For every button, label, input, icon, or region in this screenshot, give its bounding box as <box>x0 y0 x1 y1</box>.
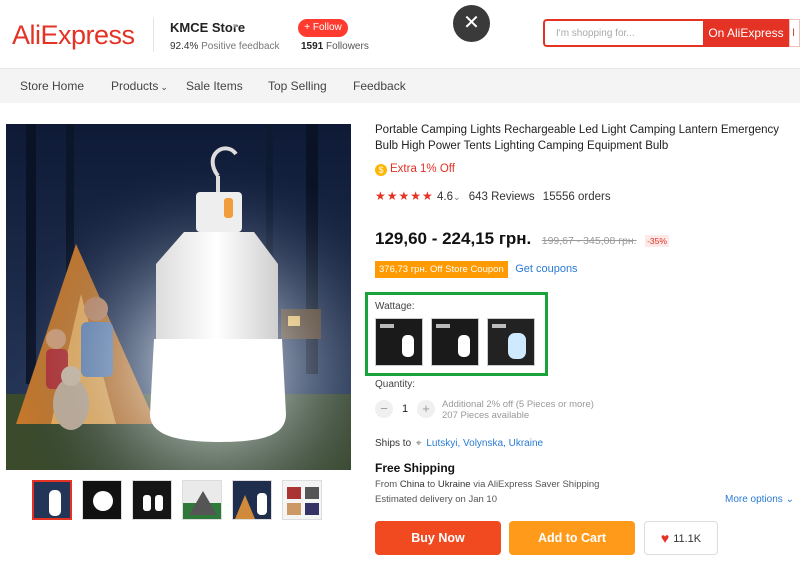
wishlist-count: 11.1K <box>673 533 702 545</box>
store-coupon-badge: 376,73 грн. Off Store Coupon <box>375 261 508 278</box>
rating-value[interactable]: 4.6 <box>437 191 453 203</box>
product-title: Portable Camping Lights Rechargeable Led… <box>375 124 780 152</box>
from-country: China <box>399 479 425 490</box>
more-options-label: More options <box>725 494 783 505</box>
rating-chevron-icon[interactable]: ⌄ <box>453 192 461 202</box>
nav-sale-items[interactable]: Sale Items <box>186 79 243 93</box>
to-word: to <box>424 479 438 490</box>
orders-count: 15556 orders <box>542 191 611 203</box>
wishlist-button[interactable]: ♥ 11.1K <box>644 521 718 555</box>
pieces-available: 207 Pieces available <box>442 410 530 421</box>
quantity-label: Quantity: <box>375 379 416 390</box>
quantity-input[interactable]: 1 <box>402 403 408 415</box>
wattage-option-2-image <box>432 319 478 365</box>
store-caret-icon[interactable]: ▾ <box>233 21 238 32</box>
shipping-method: via AliExpress Saver Shipping <box>470 479 600 490</box>
rating-row: ★★★★★ 4.6⌄ 643 Reviews 15556 orders <box>375 189 611 203</box>
site-header: AliExpress KMCE Store ▾ 92.4% Positive f… <box>0 0 800 68</box>
wattage-option-3[interactable] <box>487 318 535 366</box>
store-nav: Store Home Products ⌄ Sale Items Top Sell… <box>0 68 800 103</box>
coin-icon: $ <box>375 164 387 176</box>
nav-products-label: Products <box>111 79 159 93</box>
quantity-info: Additional 2% off (5 Pieces or more) 207… <box>442 399 594 421</box>
heart-icon: ♥ <box>660 530 670 546</box>
store-feedback: 92.4% Positive feedback <box>170 41 280 52</box>
star-rating-icon: ★★★★★ <box>375 189 434 203</box>
bulk-discount-note: Additional 2% off (5 Pieces or more) <box>442 399 594 410</box>
feedback-label: Positive feedback <box>198 41 280 52</box>
chevron-down-icon: ⌄ <box>785 494 794 505</box>
wattage-label: Wattage: <box>375 301 415 312</box>
thumbnail-4[interactable] <box>182 480 222 520</box>
thumbnail-3[interactable] <box>132 480 172 520</box>
nav-feedback[interactable]: Feedback <box>353 79 406 93</box>
thumbnail-4-image <box>183 481 221 519</box>
more-options-link[interactable]: More options ⌄ <box>725 494 794 505</box>
estimated-delivery: Estimated delivery on Jan 10 <box>375 494 497 505</box>
thumbnail-3-image <box>133 481 171 519</box>
nav-products[interactable]: Products ⌄ <box>111 79 168 93</box>
shipping-route: From China to Ukraine via AliExpress Sav… <box>375 479 599 490</box>
wattage-option-1[interactable] <box>375 318 423 366</box>
thumbnail-2[interactable] <box>82 480 122 520</box>
aliexpress-logo[interactable]: AliExpress <box>12 20 135 51</box>
ships-to-label: Ships to <box>375 438 412 449</box>
search-in-store-button[interactable]: I <box>789 19 800 47</box>
quantity-decrease-button[interactable]: − <box>375 400 393 418</box>
ships-to-row: Ships to ⌖ Lutskyi, Volynska, Ukraine <box>375 438 543 449</box>
original-price: 199,67 - 345,08 грн. <box>541 235 637 247</box>
thumbnail-6[interactable] <box>282 480 322 520</box>
follow-button[interactable]: + Follow <box>298 19 348 37</box>
ships-to-location[interactable]: Lutskyi, Volynska, Ukraine <box>426 438 543 449</box>
thumbnail-5-image <box>233 481 271 519</box>
reviews-link[interactable]: 643 Reviews <box>469 191 535 203</box>
price-row: 129,60 - 224,15 грн. 199,67 - 345,08 грн… <box>375 229 669 249</box>
to-country: Ukraine <box>437 479 471 490</box>
nav-top-selling[interactable]: Top Selling <box>268 79 327 93</box>
camping-scene-illustration <box>6 124 351 470</box>
followers-number: 1591 <box>301 41 324 52</box>
wattage-option-1-image <box>376 319 422 365</box>
discount-badge: -35% <box>645 235 669 247</box>
thumbnail-1-image <box>34 482 70 518</box>
followers-label: Followers <box>323 41 369 52</box>
thumbnail-6-image <box>283 481 321 519</box>
extra-off-promo[interactable]: $ Extra 1% Off <box>375 163 455 176</box>
from-prefix: From <box>375 479 400 490</box>
coupon-row: 376,73 грн. Off Store Coupon Get coupons <box>375 259 578 278</box>
buy-now-button[interactable]: Buy Now <box>375 521 501 555</box>
followers-count: 1591 Followers <box>301 41 369 52</box>
free-shipping-label: Free Shipping <box>375 461 456 475</box>
close-icon[interactable]: ✕ <box>453 5 490 42</box>
get-coupons-link[interactable]: Get coupons <box>515 263 577 275</box>
header-divider <box>153 18 154 52</box>
wattage-option-3-image <box>488 319 534 365</box>
product-main-image[interactable] <box>6 124 351 470</box>
wattage-option-2[interactable] <box>431 318 479 366</box>
thumbnail-strip <box>32 480 332 522</box>
feedback-percentage: 92.4% <box>170 41 199 52</box>
search-on-aliexpress-button[interactable]: On AliExpress <box>703 19 789 47</box>
search-input[interactable]: I'm shopping for... <box>543 19 703 47</box>
add-to-cart-button[interactable]: Add to Cart <box>509 521 635 555</box>
thumbnail-5[interactable] <box>232 480 272 520</box>
thumbnail-1[interactable] <box>32 480 72 520</box>
location-pin-icon: ⌖ <box>415 438 422 449</box>
thumbnail-2-image <box>83 481 121 519</box>
quantity-increase-button[interactable]: + <box>417 400 435 418</box>
chevron-down-icon: ⌄ <box>160 82 168 92</box>
nav-store-home[interactable]: Store Home <box>20 79 84 93</box>
current-price: 129,60 - 224,15 грн. <box>375 229 532 248</box>
extra-off-label: Extra 1% Off <box>390 163 455 175</box>
